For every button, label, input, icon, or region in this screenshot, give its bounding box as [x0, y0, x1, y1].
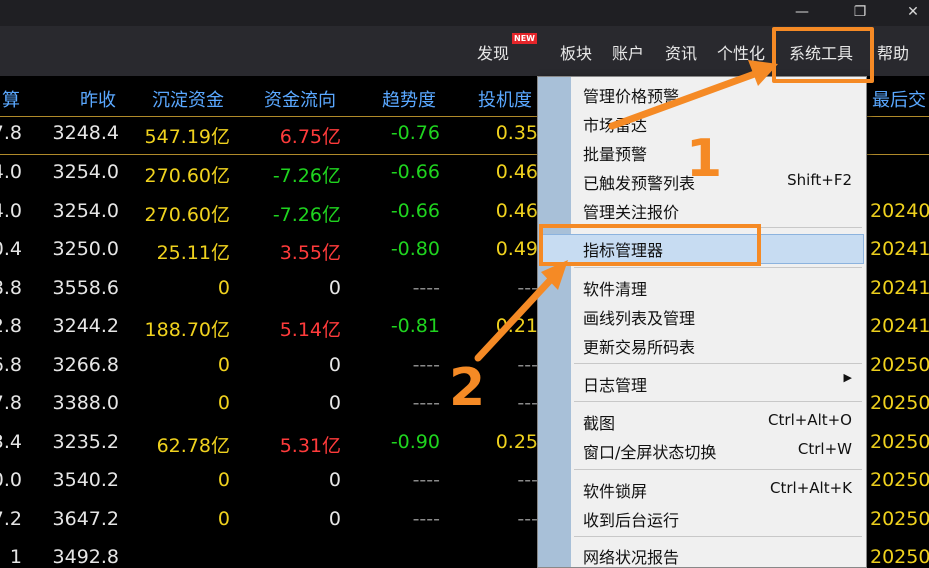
step-2-label: 2: [449, 358, 485, 418]
arrow-2-shaft: [474, 271, 559, 362]
arrow-1-shaft: [608, 68, 764, 130]
step-1-label: 1: [686, 129, 722, 189]
annotation-arrows: 1 2: [449, 60, 778, 418]
